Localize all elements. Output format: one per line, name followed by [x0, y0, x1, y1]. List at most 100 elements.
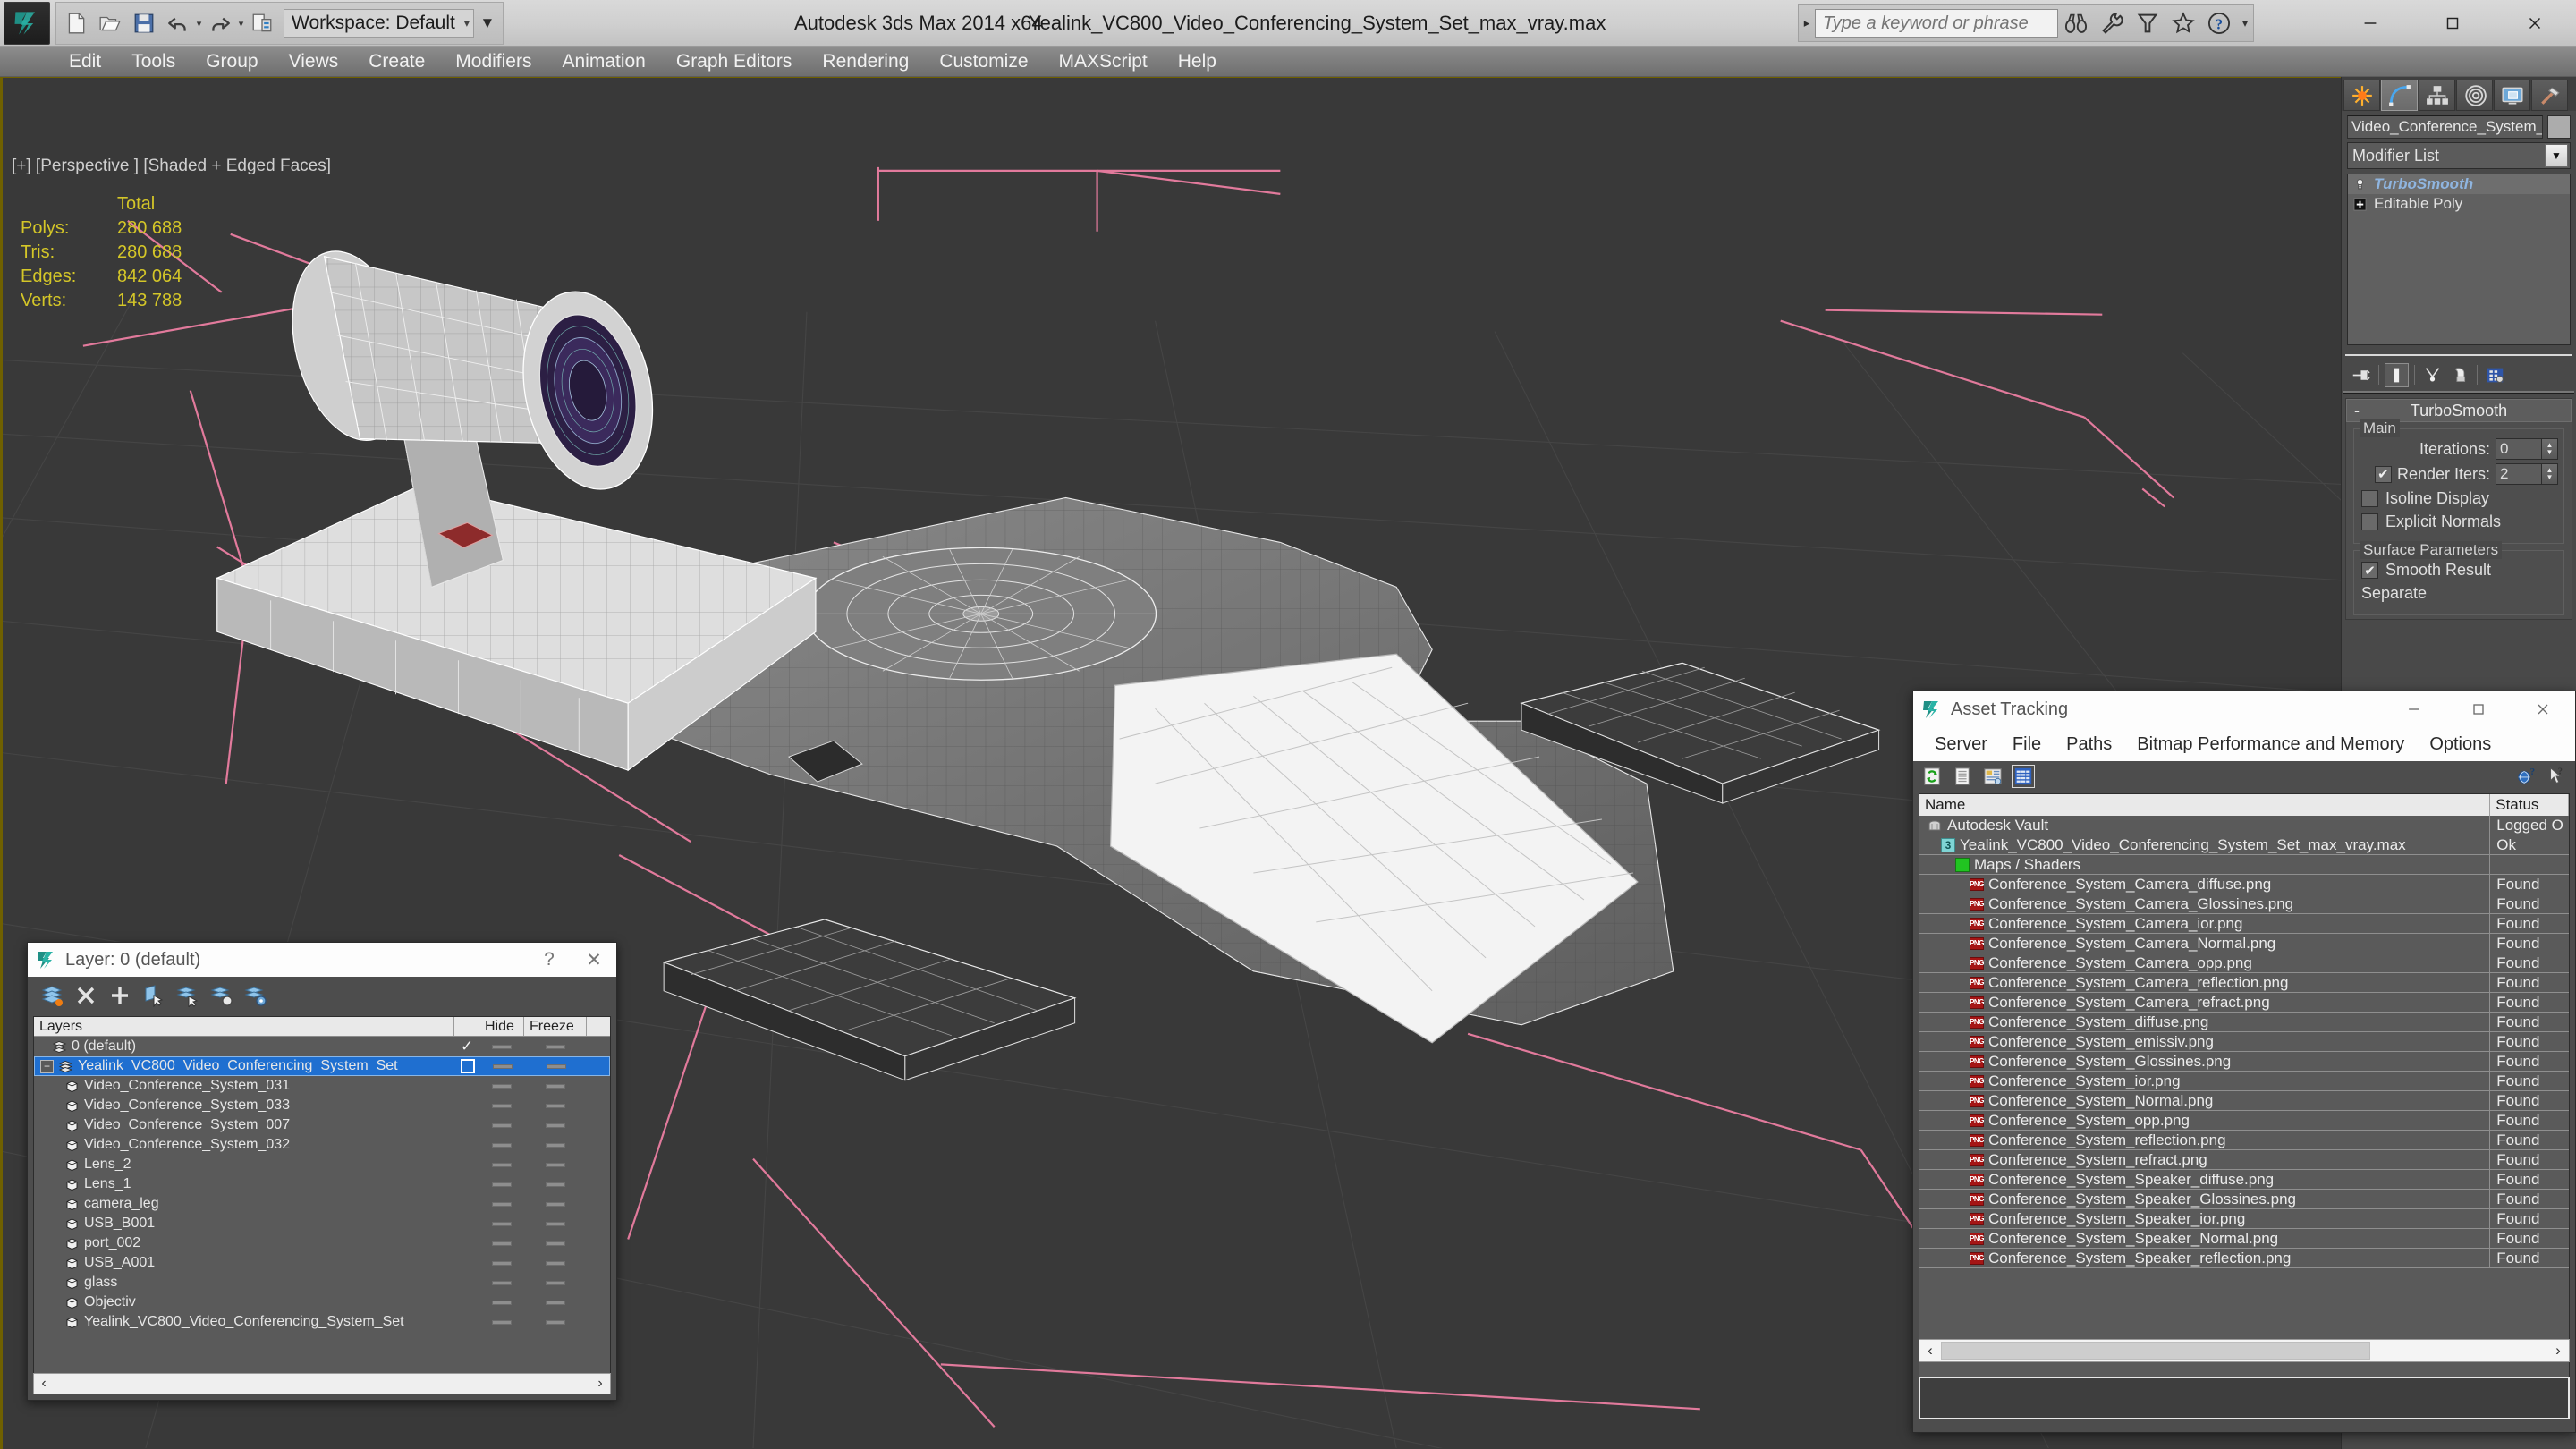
layer-freeze-cell[interactable] [524, 1319, 587, 1325]
asset-row[interactable]: PNG Conference_System_ior.png Found [1919, 1071, 2569, 1091]
asset-name-cell[interactable]: Autodesk Vault [1919, 815, 2491, 835]
add-selection-layer-button[interactable] [173, 980, 203, 1011]
layer-row[interactable]: Yealink_VC800_Video_Conferencing_System_… [34, 1312, 610, 1332]
parameter-spinner[interactable]: 2 ▲ ▼ [2496, 463, 2558, 485]
modify-tab[interactable] [2381, 80, 2418, 111]
asset-horizontal-scrollbar[interactable]: ‹ › [1919, 1339, 2570, 1362]
layer-hide-cell[interactable] [479, 1123, 524, 1128]
layer-name-cell[interactable]: camera_leg [34, 1196, 454, 1212]
layer-freeze-cell[interactable] [524, 1260, 587, 1266]
layer-dialog-help-button[interactable]: ? [527, 943, 572, 977]
redo-dropdown-arrow[interactable]: ▾ [238, 5, 244, 41]
asset-name-cell[interactable]: PNG Conference_System_diffuse.png [1919, 1012, 2491, 1032]
layer-freeze-cell[interactable] [524, 1221, 587, 1226]
asset-name-cell[interactable]: PNG Conference_System_Camera_Normal.png [1919, 933, 2491, 953]
asset-menu-item-server[interactable]: Server [1922, 734, 2000, 755]
layer-column-header[interactable]: Layers [34, 1017, 454, 1036]
modifier-stack[interactable]: TurboSmooth Editable Poly [2347, 174, 2571, 345]
asset-row[interactable]: 3 Yealink_VC800_Video_Conferencing_System… [1919, 835, 2569, 855]
asset-name-cell[interactable]: PNG Conference_System_Speaker_reflection.… [1919, 1248, 2491, 1268]
layer-hide-cell[interactable] [479, 1300, 524, 1305]
menu-item-help[interactable]: Help [1163, 47, 1232, 77]
help-globe-button[interactable]: ? [2514, 765, 2538, 788]
layer-current-button[interactable] [37, 980, 67, 1011]
layer-properties-button[interactable] [241, 980, 271, 1011]
layer-hide-cell[interactable] [479, 1201, 524, 1207]
layer-freeze-cell[interactable] [524, 1142, 587, 1148]
asset-name-cell[interactable]: PNG Conference_System_emissiv.png [1919, 1031, 2491, 1052]
layer-column-header[interactable]: Hide [479, 1017, 524, 1036]
asset-row[interactable]: PNG Conference_System_Camera_refract.png F… [1919, 992, 2569, 1013]
menu-item-maxscript[interactable]: MAXScript [1044, 47, 1163, 77]
parameter-checkbox[interactable]: ✔ [2374, 465, 2392, 483]
layer-freeze-cell[interactable] [524, 1201, 587, 1207]
parameter-value[interactable]: 0 [2496, 438, 2542, 460]
checkbox-row[interactable]: Explicit Normals [2361, 513, 2558, 531]
scroll-left-arrow-icon[interactable]: ‹ [34, 1376, 54, 1392]
layer-row[interactable]: − Yealink_VC800_Video_Conferencing_System… [34, 1056, 610, 1076]
asset-name-cell[interactable]: PNG Conference_System_opp.png [1919, 1110, 2491, 1131]
asset-name-cell[interactable]: PNG Conference_System_refract.png [1919, 1149, 2491, 1170]
asset-maximize-button[interactable] [2446, 691, 2511, 727]
layer-column-header[interactable] [454, 1017, 479, 1036]
open-file-button[interactable] [94, 5, 126, 41]
scroll-left-arrow-icon[interactable]: ‹ [1919, 1342, 1941, 1360]
layer-freeze-cell[interactable] [524, 1280, 587, 1285]
layer-row[interactable]: Video_Conference_System_032 [34, 1135, 610, 1155]
modifier-list-dropdown[interactable]: Modifier List ▼ [2347, 142, 2571, 169]
asset-name-cell[interactable]: PNG Conference_System_Speaker_Normal.png [1919, 1228, 2491, 1249]
layer-row[interactable]: Lens_1 [34, 1174, 610, 1194]
asset-row[interactable]: PNG Conference_System_refract.png Found [1919, 1149, 2569, 1170]
help-dropdown-arrow[interactable]: ▾ [2237, 6, 2253, 40]
layer-hide-cell[interactable] [479, 1260, 524, 1266]
layer-row[interactable]: 0 (default) ✓ [34, 1037, 610, 1056]
layer-row[interactable]: port_002 [34, 1233, 610, 1253]
new-layer-button[interactable] [105, 980, 135, 1011]
modifier-stack-item[interactable]: Editable Poly [2348, 194, 2570, 214]
layer-name-cell[interactable]: USB_A001 [34, 1255, 454, 1271]
layer-name-cell[interactable]: Video_Conference_System_031 [34, 1078, 454, 1094]
close-button[interactable] [2494, 0, 2576, 47]
menu-item-customize[interactable]: Customize [924, 47, 1043, 77]
layer-row[interactable]: Video_Conference_System_033 [34, 1096, 610, 1115]
layer-hide-cell[interactable] [479, 1280, 524, 1285]
spinner-arrows-icon[interactable]: ▲ ▼ [2542, 438, 2558, 460]
option-checkbox[interactable]: ✔ [2361, 562, 2378, 579]
layer-name-cell[interactable]: − Yealink_VC800_Video_Conferencing_System… [35, 1058, 455, 1074]
delete-layer-button[interactable] [71, 980, 101, 1011]
asset-row[interactable]: Maps / Shaders [1919, 854, 2569, 875]
asset-name-cell[interactable]: PNG Conference_System_Camera_opp.png [1919, 953, 2491, 973]
layer-freeze-cell[interactable] [524, 1083, 587, 1089]
layer-row[interactable]: Video_Conference_System_031 [34, 1076, 610, 1096]
layer-name-cell[interactable]: Video_Conference_System_007 [34, 1117, 454, 1133]
select-objects-layer-button[interactable] [139, 980, 169, 1011]
funnel-button[interactable] [2130, 6, 2165, 40]
asset-row[interactable]: PNG Conference_System_Speaker_reflection.… [1919, 1248, 2569, 1268]
redo-button[interactable] [204, 5, 236, 41]
layer-list[interactable]: Layers Hide Freeze 0 (default) ✓ − Yealink_VC… [33, 1016, 611, 1379]
make-unique-button[interactable] [2420, 363, 2445, 387]
asset-column-header[interactable]: Status [2490, 794, 2569, 816]
asset-row[interactable]: PNG Conference_System_Glossines.png Found [1919, 1051, 2569, 1072]
layer-freeze-cell[interactable] [524, 1182, 587, 1187]
layer-hide-cell[interactable] [479, 1241, 524, 1246]
menu-item-rendering[interactable]: Rendering [807, 47, 924, 77]
help-button[interactable]: ? [2201, 6, 2237, 40]
menu-item-tools[interactable]: Tools [116, 47, 191, 77]
asset-name-cell[interactable]: PNG Conference_System_Speaker_diffuse.png [1919, 1169, 2491, 1190]
asset-row[interactable]: PNG Conference_System_Normal.png Found [1919, 1090, 2569, 1111]
asset-row[interactable]: PNG Conference_System_emissiv.png Found [1919, 1031, 2569, 1052]
layer-name-cell[interactable]: Video_Conference_System_032 [34, 1137, 454, 1153]
layer-name-cell[interactable]: Lens_1 [34, 1176, 454, 1192]
grid-view-button[interactable] [2012, 765, 2035, 788]
layer-hide-cell[interactable] [479, 1083, 524, 1089]
layer-column-header[interactable]: Freeze [524, 1017, 587, 1036]
option-checkbox[interactable] [2361, 490, 2378, 507]
binoculars-button[interactable] [2058, 6, 2094, 40]
asset-close-button[interactable] [2511, 691, 2575, 727]
layer-name-cell[interactable]: Video_Conference_System_033 [34, 1097, 454, 1114]
modifier-stack-item[interactable]: TurboSmooth [2348, 174, 2570, 194]
layer-freeze-cell[interactable] [525, 1063, 588, 1069]
layer-hide-cell[interactable] [479, 1162, 524, 1167]
layer-name-cell[interactable]: Objectiv [34, 1294, 454, 1310]
